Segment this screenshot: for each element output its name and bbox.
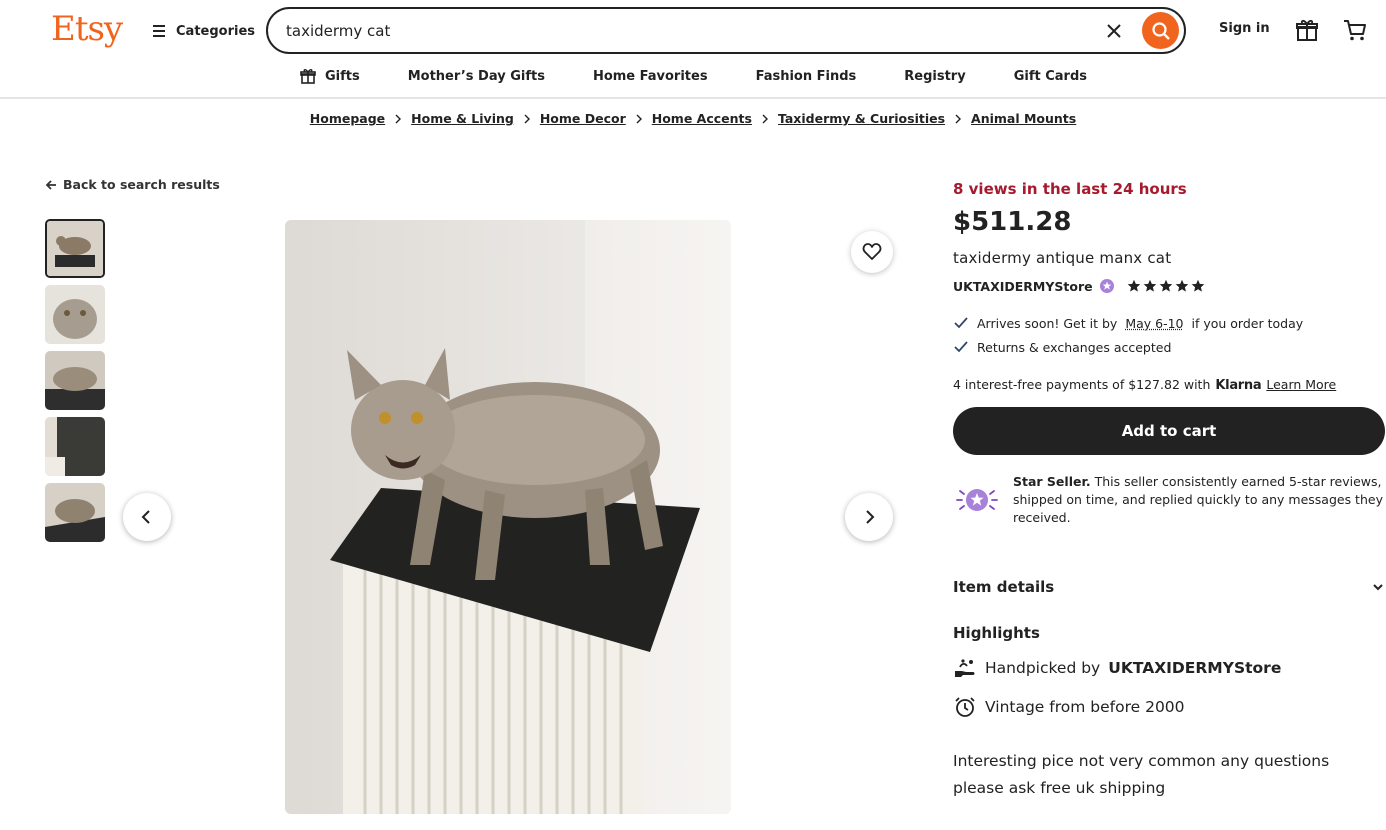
vintage-row: Vintage from before 2000 [953,696,1185,718]
highlights-heading: Highlights [953,624,1040,642]
star-icon [1159,279,1172,292]
breadcrumb-link[interactable]: Home Accents [652,111,752,126]
shop-name-link[interactable]: UKTAXIDERMYStore [953,279,1093,294]
search-button[interactable] [1142,12,1179,49]
klarna-text: 4 interest-free payments of $127.82 with [953,377,1211,392]
breadcrumb-link[interactable]: Homepage [310,111,385,126]
chevron-left-icon [141,510,150,524]
listing-description: Interesting pice not very common any que… [953,752,1330,797]
nav-label: Gifts [324,68,360,84]
thumbnail[interactable] [45,483,105,542]
star-seller-icon [1099,279,1114,293]
learn-more-link[interactable]: Learn More [1266,377,1336,392]
gift-icon [300,69,316,84]
favorite-button[interactable] [851,231,893,273]
gift-icon[interactable] [1294,17,1320,43]
hand-icon [955,659,975,677]
views-count-note: 8 views in the last 24 hours [953,180,1187,198]
star-icon [1175,279,1188,292]
star-seller-badge-icon [955,485,999,515]
shop-row: UKTAXIDERMYStore [953,278,1205,294]
check-icon [954,341,968,353]
chevron-right-icon [955,114,962,123]
arrow-left-icon [45,179,56,190]
search-icon [1151,21,1170,40]
item-details-toggle[interactable]: Item details [953,578,1385,596]
nav-fashion-finds[interactable]: Fashion Finds [756,69,857,84]
next-image-button[interactable] [845,493,893,541]
item-details-label: Item details [953,578,1055,596]
returns-note: Returns & exchanges accepted [953,339,1171,355]
chevron-down-icon [1373,584,1383,591]
chevron-right-icon [866,510,875,524]
thumbnail[interactable] [45,351,105,410]
add-to-cart-button[interactable]: Add to cart [953,407,1385,455]
star-seller-title: Star Seller. [1013,474,1091,489]
returns-label: Returns & exchanges accepted [977,339,1172,355]
handpicked-shop-link[interactable]: UKTAXIDERMYStore [1108,659,1281,677]
check-icon [954,317,968,329]
star-icon [1127,279,1140,292]
chevron-right-icon [524,114,530,123]
nav-gifts[interactable]: Gifts [299,67,360,85]
categories-label: Categories [176,23,256,39]
klarna-logo: Klarna [1215,378,1262,393]
star-icon [1143,279,1156,292]
handpicked-row: Handpicked by UKTAXIDERMYStore [953,657,1281,679]
alarm-clock-icon [955,697,975,717]
sign-in-link[interactable]: Sign in [1219,21,1270,36]
breadcrumb: Homepage Home & Living Home Decor Home A… [0,111,1386,126]
klarna-payments: 4 interest-free payments of $127.82 with… [953,377,1336,393]
thumbnail[interactable] [45,285,105,344]
chevron-right-icon [636,114,642,123]
chevron-right-icon [762,114,768,123]
breadcrumb-link[interactable]: Home & Living [411,111,514,126]
arrival-estimate: Arrives soon! Get it by May 6-10 if you … [953,315,1303,331]
clear-search-icon[interactable] [1104,21,1124,41]
top-navigation: Gifts Mother’s Day Gifts Home Favorites … [0,62,1386,90]
listing-price: $511.28 [953,207,1072,237]
star-icon [1191,279,1204,292]
breadcrumb-link[interactable]: Home Decor [540,111,626,126]
search-bar [266,7,1186,54]
listing-title: taxidermy antique manx cat [953,249,1172,267]
nav-registry[interactable]: Registry [904,69,965,84]
back-label: Back to search results [63,177,220,192]
listing-main-image[interactable] [285,220,731,814]
star-seller-description: Star Seller. This seller consistently ea… [1013,473,1386,527]
arrival-date[interactable]: May 6-10 [1125,316,1183,331]
nav-divider [0,97,1386,99]
thumbnail-list [45,219,105,549]
categories-button[interactable]: Categories [150,18,255,44]
vintage-label: Vintage from before 2000 [985,698,1185,716]
etsy-logo[interactable]: Etsy [51,9,123,49]
cart-icon[interactable] [1342,17,1368,43]
chevron-right-icon [395,114,402,123]
previous-image-button[interactable] [123,493,171,541]
nav-gift-cards[interactable]: Gift Cards [1014,69,1087,84]
heart-icon [862,243,882,260]
nav-home-favorites[interactable]: Home Favorites [593,69,708,84]
rating-stars [1127,279,1205,293]
breadcrumb-link[interactable]: Taxidermy & Curiosities [778,111,945,126]
handpicked-prefix: Handpicked by [985,659,1101,677]
thumbnail[interactable] [45,219,105,278]
search-input[interactable] [286,19,1066,43]
thumbnail[interactable] [45,417,105,476]
back-to-search-link[interactable]: Back to search results [45,177,220,192]
breadcrumb-link[interactable]: Animal Mounts [971,111,1076,126]
arrival-prefix: Arrives soon! Get it by [977,315,1118,331]
arrival-suffix: if you order today [1191,315,1304,331]
nav-mothers-day-gifts[interactable]: Mother’s Day Gifts [408,69,545,84]
menu-icon [153,25,165,37]
